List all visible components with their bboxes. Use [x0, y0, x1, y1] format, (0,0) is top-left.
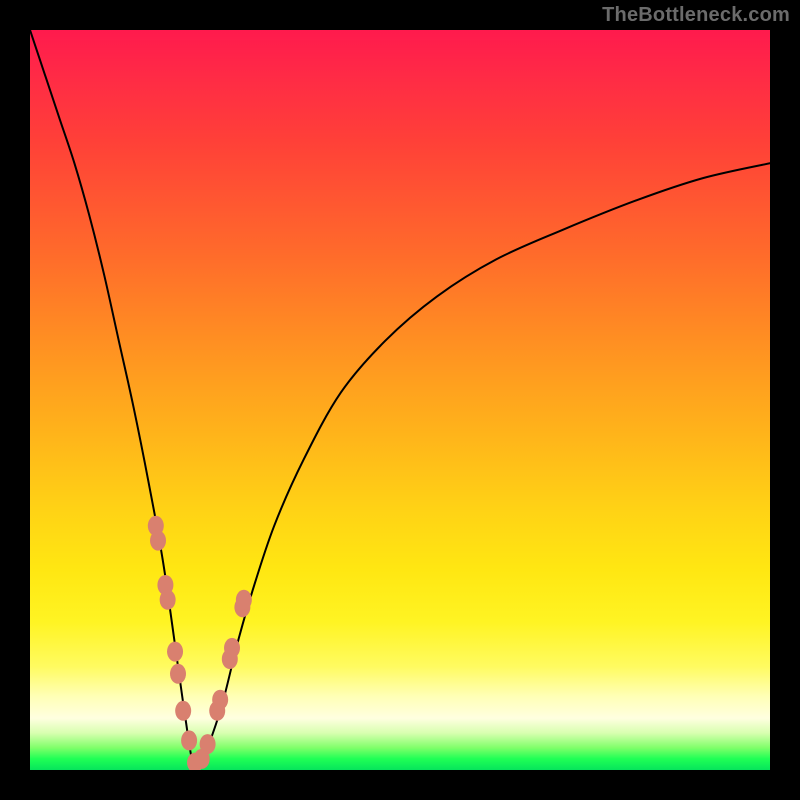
curve-layer	[30, 30, 770, 770]
curve-marker	[160, 590, 176, 610]
chart-frame: TheBottleneck.com	[0, 0, 800, 800]
curve-marker	[200, 734, 216, 754]
curve-marker	[224, 638, 240, 658]
bottleneck-curve	[30, 30, 770, 767]
curve-marker	[181, 730, 197, 750]
curve-marker	[236, 590, 252, 610]
curve-marker	[167, 642, 183, 662]
watermark-text: TheBottleneck.com	[602, 4, 790, 27]
curve-marker	[175, 701, 191, 721]
curve-marker	[212, 690, 228, 710]
plot-area	[30, 30, 770, 770]
curve-marker	[150, 531, 166, 551]
curve-marker	[170, 664, 186, 684]
